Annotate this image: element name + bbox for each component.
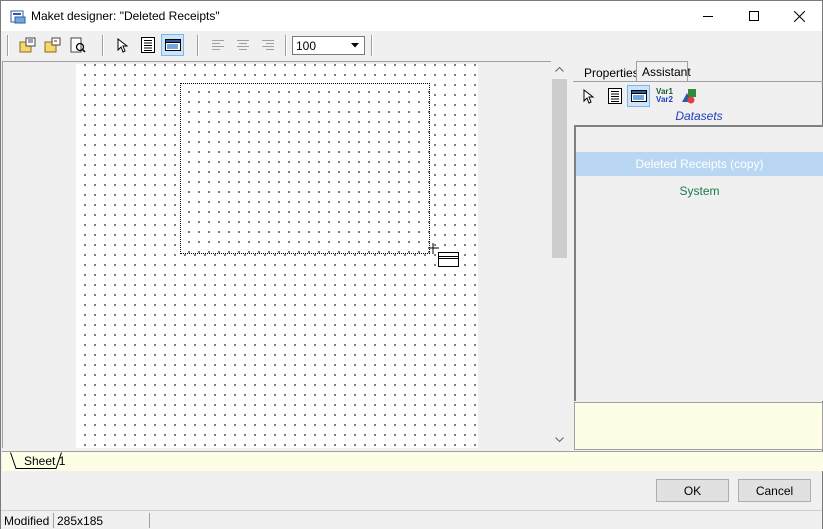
maximize-icon	[749, 11, 759, 21]
panel-tabs: Properties Assistant	[573, 61, 823, 82]
maximize-button[interactable]	[731, 1, 777, 31]
datasets-list[interactable]: Deleted Receipts (copy) System	[574, 125, 823, 401]
variables-icon-label-2: Var2	[656, 95, 673, 104]
scroll-down-icon[interactable]	[551, 431, 568, 448]
ok-button[interactable]: OK	[656, 479, 729, 502]
design-area[interactable]	[2, 61, 551, 448]
tab-assistant[interactable]: Assistant	[636, 61, 691, 82]
title-bar: Maket designer: "Deleted Receipts"	[1, 1, 822, 31]
status-size: 285x185	[57, 514, 104, 528]
dataset-item-system[interactable]: System	[576, 179, 823, 203]
arrow-pointer-icon	[117, 37, 128, 53]
variables-button[interactable]: Var1 Var2	[653, 85, 676, 107]
close-icon	[793, 10, 805, 22]
arrow-pointer-icon	[583, 88, 594, 104]
info-box	[574, 402, 823, 450]
preview-button[interactable]	[66, 34, 89, 56]
scroll-up-icon[interactable]	[551, 61, 568, 78]
minimize-icon	[703, 16, 713, 17]
toolbar	[1, 31, 822, 60]
text-tool-button[interactable]	[136, 34, 159, 56]
new-icon	[19, 37, 35, 53]
tab-properties[interactable]: Properties	[579, 63, 639, 82]
open-button[interactable]	[41, 34, 64, 56]
status-separator	[53, 513, 54, 528]
dataset-item-deleted-receipts-copy[interactable]: Deleted Receipts (copy)	[576, 152, 823, 176]
text-block-icon	[140, 37, 155, 53]
scroll-thumb[interactable]	[552, 79, 567, 258]
window-title: Maket designer: "Deleted Receipts"	[31, 9, 220, 23]
close-button[interactable]	[776, 1, 822, 31]
new-button[interactable]	[16, 34, 39, 56]
text-block-icon	[607, 88, 622, 104]
status-bar: Modified 285x185	[1, 510, 822, 529]
selected-frame[interactable]	[180, 83, 430, 254]
status-separator	[149, 513, 150, 528]
design-vertical-scrollbar[interactable]	[551, 61, 568, 448]
align-right-icon	[261, 40, 274, 50]
app-icon	[10, 9, 26, 24]
assistant-select-button[interactable]	[577, 85, 600, 107]
align-center-icon	[236, 40, 249, 50]
datasets-title: Datasets	[675, 109, 723, 123]
toolbar-grip	[371, 35, 373, 56]
frame-cursor-icon	[428, 243, 459, 267]
zoom-select[interactable]: 100	[292, 36, 365, 55]
status-state: Modified	[4, 514, 50, 528]
assistant-frame-button[interactable]	[627, 85, 650, 107]
cancel-button[interactable]: Cancel	[738, 479, 811, 502]
sheet-tab-label: Sheet 1	[24, 454, 66, 468]
frame-icon	[630, 90, 647, 102]
assistant-text-button[interactable]	[603, 85, 626, 107]
maket-designer-window: Maket designer: "Deleted Receipts" 100 P…	[0, 0, 823, 529]
tab-divider	[573, 81, 823, 82]
open-icon	[44, 37, 60, 53]
toolbar-grip	[7, 35, 9, 56]
align-left-button[interactable]	[206, 34, 229, 56]
chevron-down-icon[interactable]	[346, 37, 364, 54]
shapes-icon	[681, 89, 696, 104]
align-center-button[interactable]	[231, 34, 254, 56]
print-preview-icon	[70, 37, 86, 53]
select-tool-button[interactable]	[111, 34, 134, 56]
frame-tool-button[interactable]	[161, 34, 184, 56]
zoom-value: 100	[296, 39, 317, 53]
frame-icon	[164, 39, 181, 51]
toolbar-grip	[285, 35, 287, 56]
minimize-button[interactable]	[685, 1, 731, 31]
shapes-button[interactable]	[677, 85, 700, 107]
design-canvas[interactable]	[76, 64, 478, 448]
toolbar-grip	[102, 35, 104, 56]
align-left-icon	[211, 40, 224, 50]
sheet-tab-bar: Sheet 1	[2, 451, 823, 471]
align-right-button[interactable]	[256, 34, 279, 56]
toolbar-grip	[197, 35, 199, 56]
